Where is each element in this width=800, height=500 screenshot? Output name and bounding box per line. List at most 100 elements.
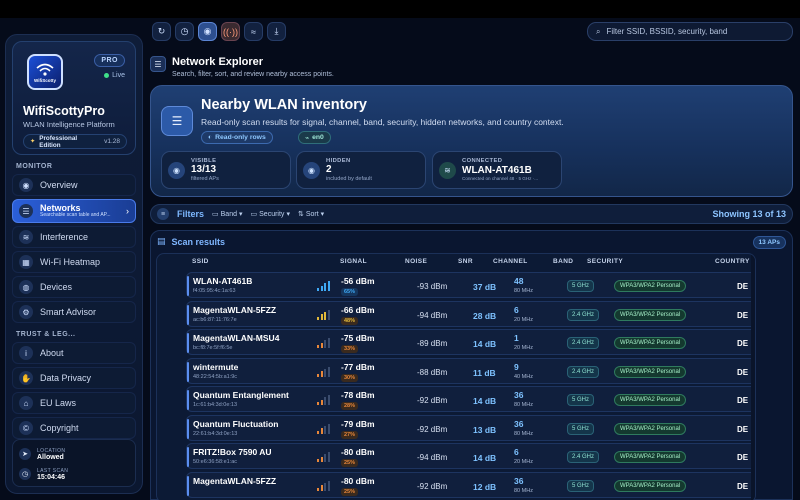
filters-title: Filters — [177, 209, 205, 219]
noise: -92 dBm — [417, 424, 448, 434]
snr: 14 dB — [473, 453, 497, 463]
channel: 1 — [514, 333, 519, 343]
sidebar-item-label: Overview — [40, 180, 78, 190]
signal-bar — [317, 430, 319, 434]
table-icon: ▤ — [157, 236, 166, 246]
country: DE — [737, 367, 749, 377]
eye-icon: ◉ — [19, 178, 33, 192]
page-subtitle: Search, filter, sort, and review nearby … — [172, 71, 334, 78]
snr: 11 dB — [473, 367, 496, 378]
signal-strength-icon — [317, 480, 331, 491]
signal-bar — [320, 285, 323, 291]
signal-bar — [317, 373, 319, 377]
ssid: MagentaWLAN-5FZZ — [193, 304, 277, 315]
view-button[interactable]: ◉ — [198, 22, 217, 41]
table-row[interactable]: Quantum Entanglement 1c:61:b4:3d:0e:13 -78… — [186, 386, 755, 412]
eye-icon: ◉ — [203, 26, 212, 36]
col-country[interactable]: COUNTRY — [715, 258, 750, 265]
sidebar-item-label: Interference — [40, 232, 89, 242]
table-row[interactable]: MagentaWLAN-5FZZ -80 dBm 25% -92 dBm 12 dB 36… — [186, 471, 755, 498]
table-row[interactable]: Quantum Fluctuation 22:61:b4:3d:0e:13 -79 … — [186, 414, 755, 441]
signal-bar — [327, 309, 330, 320]
export-button[interactable]: ⤓ — [267, 22, 286, 41]
sidebar-item-label: Smart Advisor — [40, 307, 97, 317]
security-dropdown[interactable]: ▭ Security ▾ — [251, 210, 290, 219]
radar-button[interactable]: ((·)) — [221, 22, 240, 41]
sidebar-item-networks[interactable]: ☰ Networks Searchable scan table and AP...… — [12, 199, 136, 223]
noise: -92 dBm — [417, 396, 448, 405]
table-row[interactable]: MagentaWLAN-5FZZ ac:b6:87:11:76:7e -66 dBm… — [186, 300, 755, 327]
grid-icon: ▦ — [19, 255, 33, 269]
sidebar-item-label: Data Privacy — [40, 373, 92, 383]
noise: -94 dBm — [417, 453, 448, 462]
search-input[interactable]: ⌕ Filter SSID, BSSID, security, band — [587, 22, 793, 41]
col-ssid[interactable]: SSID — [192, 258, 209, 265]
connected-value: WLAN-AT461B — [462, 164, 532, 176]
showing-count: Showing 13 of 13 — [712, 209, 786, 219]
band-dropdown[interactable]: ▭ Band ▾ — [212, 210, 243, 219]
pro-badge: PRO — [94, 54, 125, 67]
signal-dbm: -75 dBm — [341, 333, 375, 343]
country: DE — [737, 453, 749, 462]
wave-icon: ≋ — [19, 230, 33, 244]
noise: -92 dBm — [417, 481, 448, 491]
table-row[interactable]: WLAN-AT461B f4:05:95:4c:1a:63 -56 dBm 65% -9… — [186, 272, 755, 298]
band-badge: 5 GHz — [567, 394, 595, 406]
col-snr[interactable]: SNR — [458, 258, 473, 265]
channel-width: 80 MHz — [514, 288, 533, 294]
bssid: ac:b6:87:11:76:7e — [193, 316, 237, 323]
history-button[interactable]: ◷ — [175, 22, 194, 41]
vertical-scrollbar[interactable] — [751, 254, 755, 500]
sidebar-item-eu-laws[interactable]: ⌂ EU Laws — [12, 392, 136, 414]
sidebar-item-overview[interactable]: ◉ Overview — [12, 174, 136, 196]
sidebar-item-wi-fi-heatmap[interactable]: ▦ Wi-Fi Heatmap — [12, 251, 136, 273]
sidebar-item-label: About — [40, 348, 64, 358]
globe-icon: ◍ — [19, 280, 33, 294]
col-channel[interactable]: CHANNEL — [493, 258, 528, 265]
feed-button[interactable]: ≈ — [244, 22, 263, 41]
signal-dbm: -80 dBm — [341, 447, 375, 457]
clock-icon: ◷ — [19, 468, 31, 480]
signal-dbm: -78 dBm — [341, 390, 375, 400]
signal-dbm: -66 dBm — [341, 304, 375, 315]
sidebar-item-label: Devices — [40, 282, 73, 292]
signal-strength-icon — [317, 309, 331, 320]
col-noise[interactable]: NOISE — [405, 258, 427, 265]
refresh-button[interactable]: ↻ — [152, 22, 171, 41]
bssid: 48:22:54:5b:a1:9c — [193, 373, 238, 380]
ssid: WLAN-AT461B — [193, 276, 253, 286]
table-row[interactable]: FRITZ!Box 7590 AU 50:e6:36:58:e1:ac -80 dB… — [186, 443, 755, 469]
channel: 36 — [514, 390, 524, 400]
rss-icon: ≈ — [251, 26, 256, 37]
sidebar-item-interference[interactable]: ≋ Interference — [12, 226, 136, 248]
signal-bar — [327, 480, 330, 491]
hero-title: Nearby WLAN inventory — [201, 97, 367, 113]
band-badge: 5 GHz — [567, 479, 595, 492]
col-band[interactable]: BAND — [553, 258, 573, 265]
table-row[interactable]: MagentaWLAN-MSU4 bc:f8:7e:5f:f6:5e -75 dBm… — [186, 329, 755, 355]
snr: 37 dB — [473, 282, 497, 292]
col-security[interactable]: SECURITY — [587, 258, 623, 265]
sidebar-item-devices[interactable]: ◍ Devices — [12, 276, 136, 298]
signal-bar — [324, 454, 326, 462]
sidebar-item-about[interactable]: i About — [12, 342, 136, 364]
sidebar-item-copyright[interactable]: © Copyright — [12, 417, 136, 439]
last-scan-key: LAST SCAN — [37, 467, 69, 474]
signal-strength-icon — [317, 338, 331, 348]
band-badge: 5 GHz — [567, 422, 595, 435]
snr: 13 dB — [473, 424, 497, 435]
table-row[interactable]: wintermute 48:22:54:5b:a1:9c -77 dBm 30% -88… — [186, 357, 755, 384]
col-signal[interactable]: SIGNAL — [340, 258, 367, 265]
ssid: Quantum Fluctuation — [193, 418, 279, 429]
signal-bar — [324, 283, 326, 291]
wifi-icon: ≋ — [439, 161, 456, 179]
sort-dropdown[interactable]: ⇅ Sort ▾ — [298, 210, 324, 219]
signal-bar — [320, 456, 323, 462]
sidebar-item-data-privacy[interactable]: ✋ Data Privacy — [12, 367, 136, 389]
signal-dbm: -56 dBm — [341, 276, 375, 286]
signal-dbm: -80 dBm — [341, 475, 375, 486]
connected-key: CONNECTED — [462, 158, 503, 165]
sidebar-item-smart-advisor[interactable]: ⚙ Smart Advisor — [12, 301, 136, 323]
country: DE — [737, 310, 749, 320]
app-logo-caption: WifiScotty — [34, 77, 56, 83]
